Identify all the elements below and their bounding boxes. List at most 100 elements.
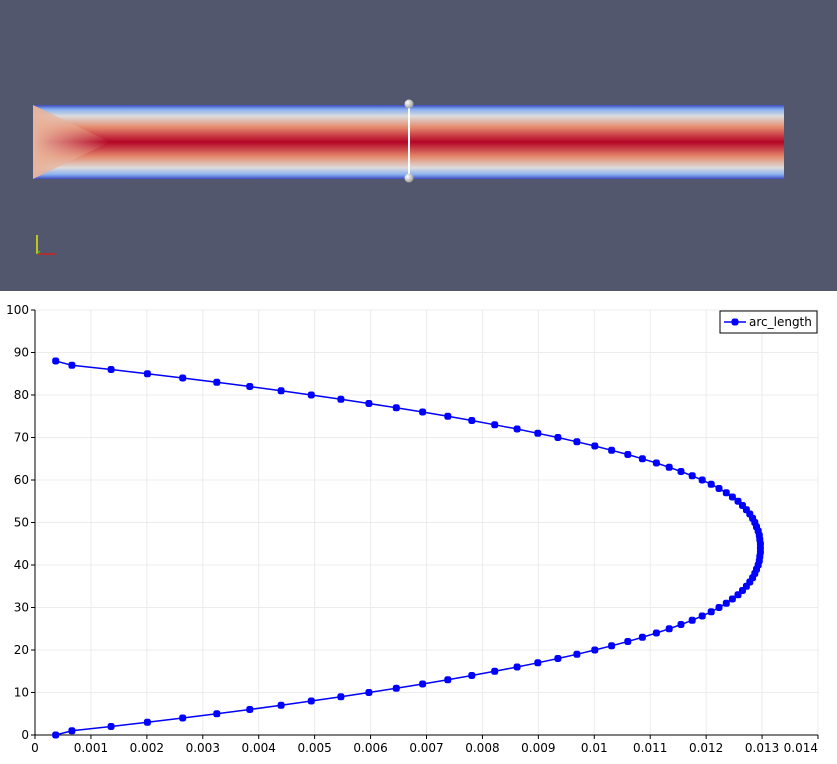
data-point-marker [665, 463, 673, 471]
data-point-marker [337, 395, 345, 403]
y-tick-label: 40 [14, 558, 29, 572]
x-tick-label: 0 [31, 741, 39, 755]
y-tick-label: 90 [14, 346, 29, 360]
data-point-marker [68, 361, 76, 369]
data-point-marker [68, 727, 76, 735]
data-point-marker [179, 374, 187, 382]
data-point-marker [698, 612, 706, 620]
data-point-marker [246, 383, 254, 390]
data-point-marker [307, 391, 315, 399]
data-point-marker [392, 404, 400, 412]
y-tick-label: 70 [14, 431, 29, 445]
y-tick-label: 0 [21, 728, 29, 742]
x-tick-label: 0.008 [465, 741, 499, 755]
x-tick-label: 0.01 [581, 741, 608, 755]
data-point-marker [715, 604, 723, 611]
data-point-marker [107, 723, 115, 730]
data-point-marker [652, 629, 660, 637]
x-tick-label: 0.002 [130, 741, 164, 755]
data-point-marker [638, 633, 646, 641]
data-point-marker [688, 472, 696, 480]
data-point-marker [573, 650, 581, 658]
data-point-marker [534, 659, 542, 667]
data-point-marker [677, 468, 685, 475]
data-point-marker [213, 378, 221, 386]
data-point-marker [677, 621, 685, 628]
data-point-marker [468, 672, 476, 679]
x-tick-label: 0.012 [689, 741, 723, 755]
data-point-marker [665, 625, 673, 633]
x-tick-label: 0.004 [242, 741, 276, 755]
line-chart[interactable]: 0 0.001 0.002 0.003 0.004 0.005 0.006 0.007 0.00… [0, 291, 837, 760]
y-tick-label: 20 [14, 643, 29, 657]
data-point-marker [143, 718, 151, 726]
x-tick-label: 0.013 [745, 741, 779, 755]
data-point-marker [444, 412, 452, 420]
render-view-canvas[interactable] [0, 0, 837, 291]
series-line [55, 360, 762, 736]
data-point-marker [608, 446, 616, 454]
data-point-marker [468, 417, 476, 424]
x-tick-label: 0.007 [409, 741, 443, 755]
data-point-marker [722, 489, 730, 497]
y-tick-label: 10 [14, 686, 29, 700]
data-point-marker [52, 357, 60, 365]
y-tick-label: 30 [14, 601, 29, 615]
x-tick-label: 0.009 [521, 741, 555, 755]
data-point-marker [707, 480, 715, 488]
y-tick-label: 50 [14, 516, 29, 530]
x-tick-label: 0.011 [633, 741, 667, 755]
data-point-marker [707, 608, 715, 616]
data-point-marker [652, 459, 660, 467]
data-point-marker [277, 387, 285, 395]
data-point-marker [277, 701, 285, 709]
data-point-marker [52, 731, 60, 739]
data-point-marker [698, 476, 706, 484]
data-point-marker [554, 434, 562, 441]
data-point-marker [107, 366, 115, 373]
legend-label: arc_length [749, 315, 812, 329]
data-point-marker [365, 400, 373, 407]
orientation-axes-icon [36, 235, 56, 255]
data-point-marker [307, 697, 315, 705]
data-point-marker [419, 408, 427, 416]
data-point-marker [722, 599, 730, 607]
x-tick-label: 0.001 [74, 741, 108, 755]
probe-handle-top[interactable] [404, 99, 414, 109]
data-point-marker [728, 493, 736, 501]
data-point-marker [179, 714, 187, 722]
y-tick-label: 60 [14, 473, 29, 487]
data-point-marker [513, 425, 521, 433]
data-point-marker [554, 655, 562, 662]
data-point-marker [624, 451, 632, 458]
data-point-marker [534, 429, 542, 437]
data-point-marker [143, 370, 151, 378]
data-point-marker [688, 616, 696, 624]
data-point-marker [444, 676, 452, 684]
y-tick-label: 100 [6, 303, 29, 317]
data-point-marker [213, 710, 221, 718]
probe-handle-bottom[interactable] [404, 173, 414, 183]
data-point-marker [573, 438, 581, 446]
data-point-marker [591, 442, 599, 450]
render-view-3d[interactable] [0, 0, 837, 291]
data-point-marker [591, 646, 599, 654]
data-point-marker [246, 706, 254, 713]
data-point-marker [419, 680, 427, 688]
data-point-marker [337, 693, 345, 701]
data-point-marker [491, 667, 499, 675]
data-point-marker [392, 684, 400, 692]
y-tick-label: 80 [14, 388, 29, 402]
line-chart-view[interactable]: 0 0.001 0.002 0.003 0.004 0.005 0.006 0.007 0.00… [0, 291, 837, 760]
data-point-marker [608, 642, 616, 650]
data-point-marker [624, 638, 632, 645]
data-point-marker [365, 689, 373, 696]
data-point-marker [715, 485, 723, 492]
legend-swatch-marker [731, 318, 739, 326]
data-point-marker [491, 421, 499, 429]
x-tick-label: 0.003 [186, 741, 220, 755]
data-point-marker [513, 663, 521, 671]
x-tick-label: 0.005 [297, 741, 331, 755]
x-tick-label: 0.014 [784, 741, 818, 755]
x-tick-label: 0.006 [353, 741, 387, 755]
